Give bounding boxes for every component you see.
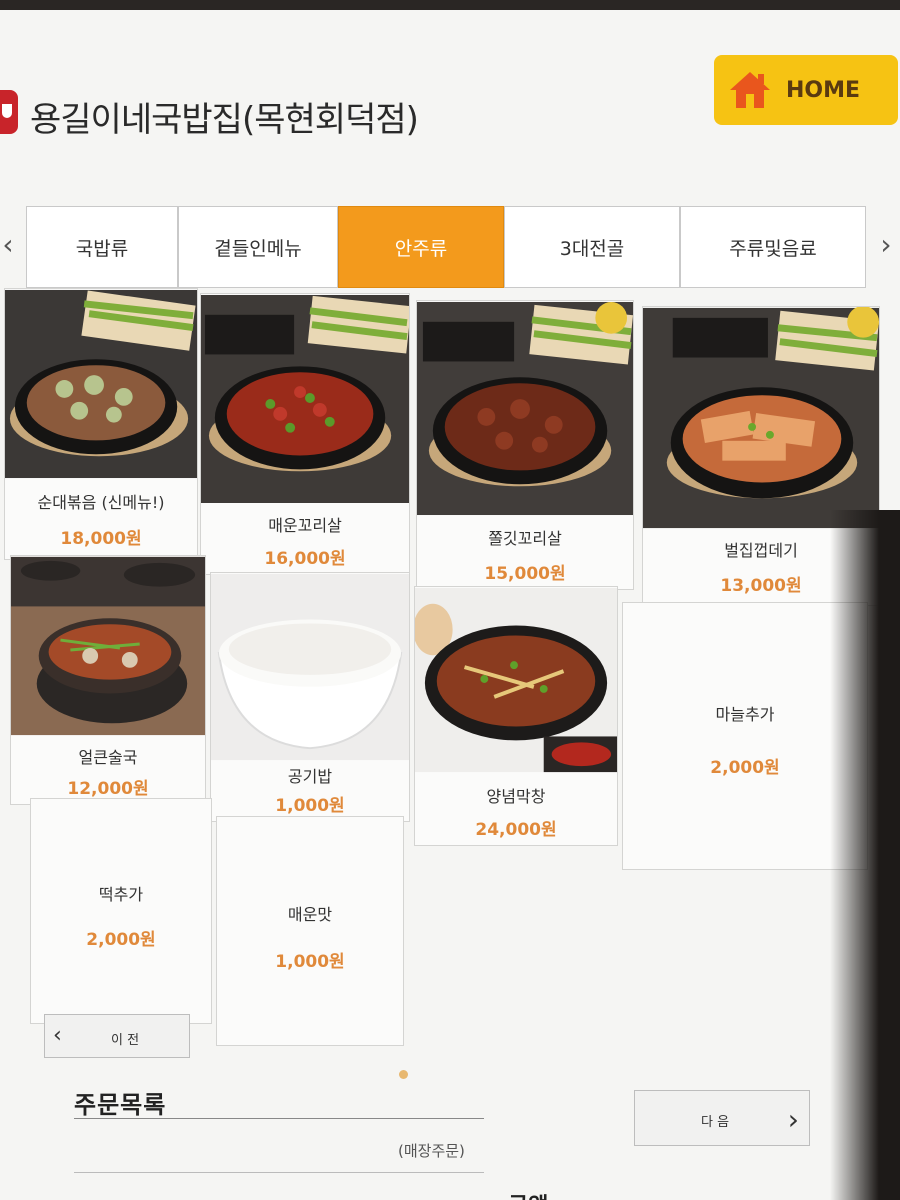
order-type: (매장주문) — [398, 1142, 465, 1160]
menu-item-chewy-tail[interactable]: 쫄깃꼬리살 15,000원 — [416, 300, 634, 590]
menu-name: 얼큰술국 — [78, 748, 138, 767]
tab-label: 곁들인메뉴 — [214, 237, 302, 260]
store-logo — [0, 90, 18, 134]
food-image — [643, 307, 879, 529]
menu-price: 12,000원 — [67, 779, 149, 799]
order-divider — [74, 1172, 484, 1173]
kiosk-screen: 용길이네국밥집(목현회덕점) HOME ‹ 국밥류 곁들인메뉴 안주류 3대전골… — [0, 10, 900, 1200]
menu-name: 매운꼬리살 — [268, 516, 342, 535]
food-image — [415, 587, 617, 773]
order-list-title: 주문목록 — [74, 1091, 167, 1119]
menu-item-rice-cake-add[interactable]: 떡추가 2,000원 — [30, 798, 212, 1024]
home-icon — [730, 72, 770, 108]
tab-side-menu[interactable]: 곁들인메뉴 — [178, 206, 338, 288]
menu-item-rice[interactable]: 공기밥 1,000원 — [210, 572, 410, 822]
amount-label: 금액 — [508, 1188, 548, 1200]
food-image — [11, 556, 205, 736]
next-page-button[interactable]: 다 음 › — [634, 1090, 810, 1146]
menu-price: 2,000원 — [86, 930, 156, 950]
tab-gukbap[interactable]: 국밥류 — [26, 206, 178, 288]
tab-label: 주류및음료 — [729, 237, 817, 260]
tab-anju[interactable]: 안주류 — [338, 206, 504, 288]
menu-name: 양념막창 — [486, 787, 546, 806]
home-button[interactable]: HOME — [714, 55, 898, 125]
menu-name: 순대볶음 (신메뉴!) — [37, 493, 165, 512]
tab-label: 안주류 — [394, 237, 448, 260]
prev-label: 이 전 — [111, 1033, 140, 1048]
chevron-left-icon: ‹ — [53, 1023, 62, 1048]
order-divider — [74, 1118, 484, 1119]
menu-item-sundae[interactable]: 순대볶음 (신메뉴!) 18,000원 — [4, 288, 198, 560]
food-image — [417, 301, 633, 516]
menu-name: 매운맛 — [287, 905, 333, 924]
menu-item-makchang[interactable]: 양념막창 24,000원 — [414, 586, 618, 846]
menu-item-spicy-flavor[interactable]: 매운맛 1,000원 — [216, 816, 404, 1046]
menu-price: 1,000원 — [275, 796, 345, 816]
tabs-prev-arrow[interactable]: ‹ — [0, 210, 16, 280]
device-bezel — [830, 510, 900, 1200]
menu-price: 1,000원 — [275, 952, 345, 972]
tab-label: 국밥류 — [75, 237, 129, 260]
menu-name: 공기밥 — [287, 767, 333, 786]
food-image — [211, 573, 409, 761]
food-image — [5, 289, 197, 479]
tab-drinks[interactable]: 주류및음료 — [680, 206, 866, 288]
food-image — [201, 295, 409, 503]
home-label: HOME — [786, 77, 861, 103]
tab-jeongol[interactable]: 3대전골 — [504, 206, 680, 288]
store-title: 용길이네국밥집(목현회덕점) — [30, 100, 419, 140]
menu-name: 떡추가 — [98, 885, 144, 904]
prev-page-button[interactable]: ‹ 이 전 — [44, 1014, 190, 1058]
next-label: 다 음 — [701, 1115, 730, 1130]
menu-item-spicy-soup[interactable]: 얼큰술국 12,000원 — [10, 555, 206, 805]
menu-price: 16,000원 — [264, 549, 346, 569]
menu-name: 쫄깃꼬리살 — [488, 529, 562, 548]
menu-price: 18,000원 — [60, 529, 142, 549]
menu-price: 15,000원 — [484, 564, 566, 584]
chevron-right-icon: › — [787, 1103, 799, 1136]
menu-price: 24,000원 — [475, 820, 557, 840]
page-indicator — [399, 1070, 408, 1079]
tab-label: 3대전골 — [559, 237, 625, 260]
menu-item-spicy-tail[interactable]: 매운꼬리살 16,000원 — [200, 293, 410, 575]
tabs-next-arrow[interactable]: › — [878, 210, 894, 280]
